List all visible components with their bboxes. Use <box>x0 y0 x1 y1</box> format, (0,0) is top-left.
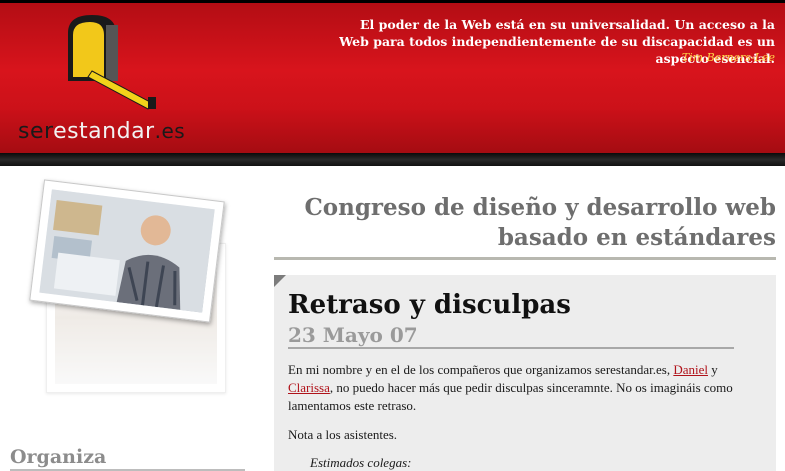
site-header: serestandar.es El poder de la Web está e… <box>0 0 785 153</box>
article-date: 23 Mayo 07 <box>288 323 734 349</box>
link-clarissa[interactable]: Clarissa <box>288 380 330 395</box>
article-paragraph: En mi nombre y en el de los compañeros q… <box>288 361 758 415</box>
article-text: En mi nombre y en el de los compañeros q… <box>288 362 674 377</box>
logo-wordmark: serestandar.es <box>18 119 185 144</box>
article-text: , no puedo hacer más que pedir disculpas… <box>288 380 733 413</box>
sidebar-heading: Organiza <box>10 446 245 471</box>
link-daniel[interactable]: Daniel <box>673 362 708 377</box>
site-logo[interactable]: serestandar.es <box>18 11 228 146</box>
tape-measure-icon <box>68 15 156 110</box>
corner-decoration <box>274 275 286 287</box>
person-photo-icon <box>39 189 215 313</box>
article-note: Nota a los asistentes. <box>288 427 398 442</box>
article-text: y <box>707 362 718 377</box>
header-divider <box>0 153 785 166</box>
article-title: Retraso y disculpas <box>288 290 571 320</box>
logo-text-es: .es <box>154 119 186 143</box>
logo-text-ser: ser <box>18 119 54 144</box>
article-greeting: Estimados colegas: <box>310 455 412 470</box>
sidebar-photo <box>29 179 225 323</box>
quote-author: Tim Berners-Lee <box>681 51 775 64</box>
photo-image <box>39 189 215 313</box>
logo-text-estandar: estandar <box>53 119 155 144</box>
page-title: Congreso de diseño y desarrollo web basa… <box>274 193 776 260</box>
page-title-line1: Congreso de diseño y desarrollo web <box>304 194 776 221</box>
page-title-line2: basado en estándares <box>497 224 776 251</box>
news-article: Retraso y disculpas 23 Mayo 07 En mi nom… <box>274 275 776 471</box>
